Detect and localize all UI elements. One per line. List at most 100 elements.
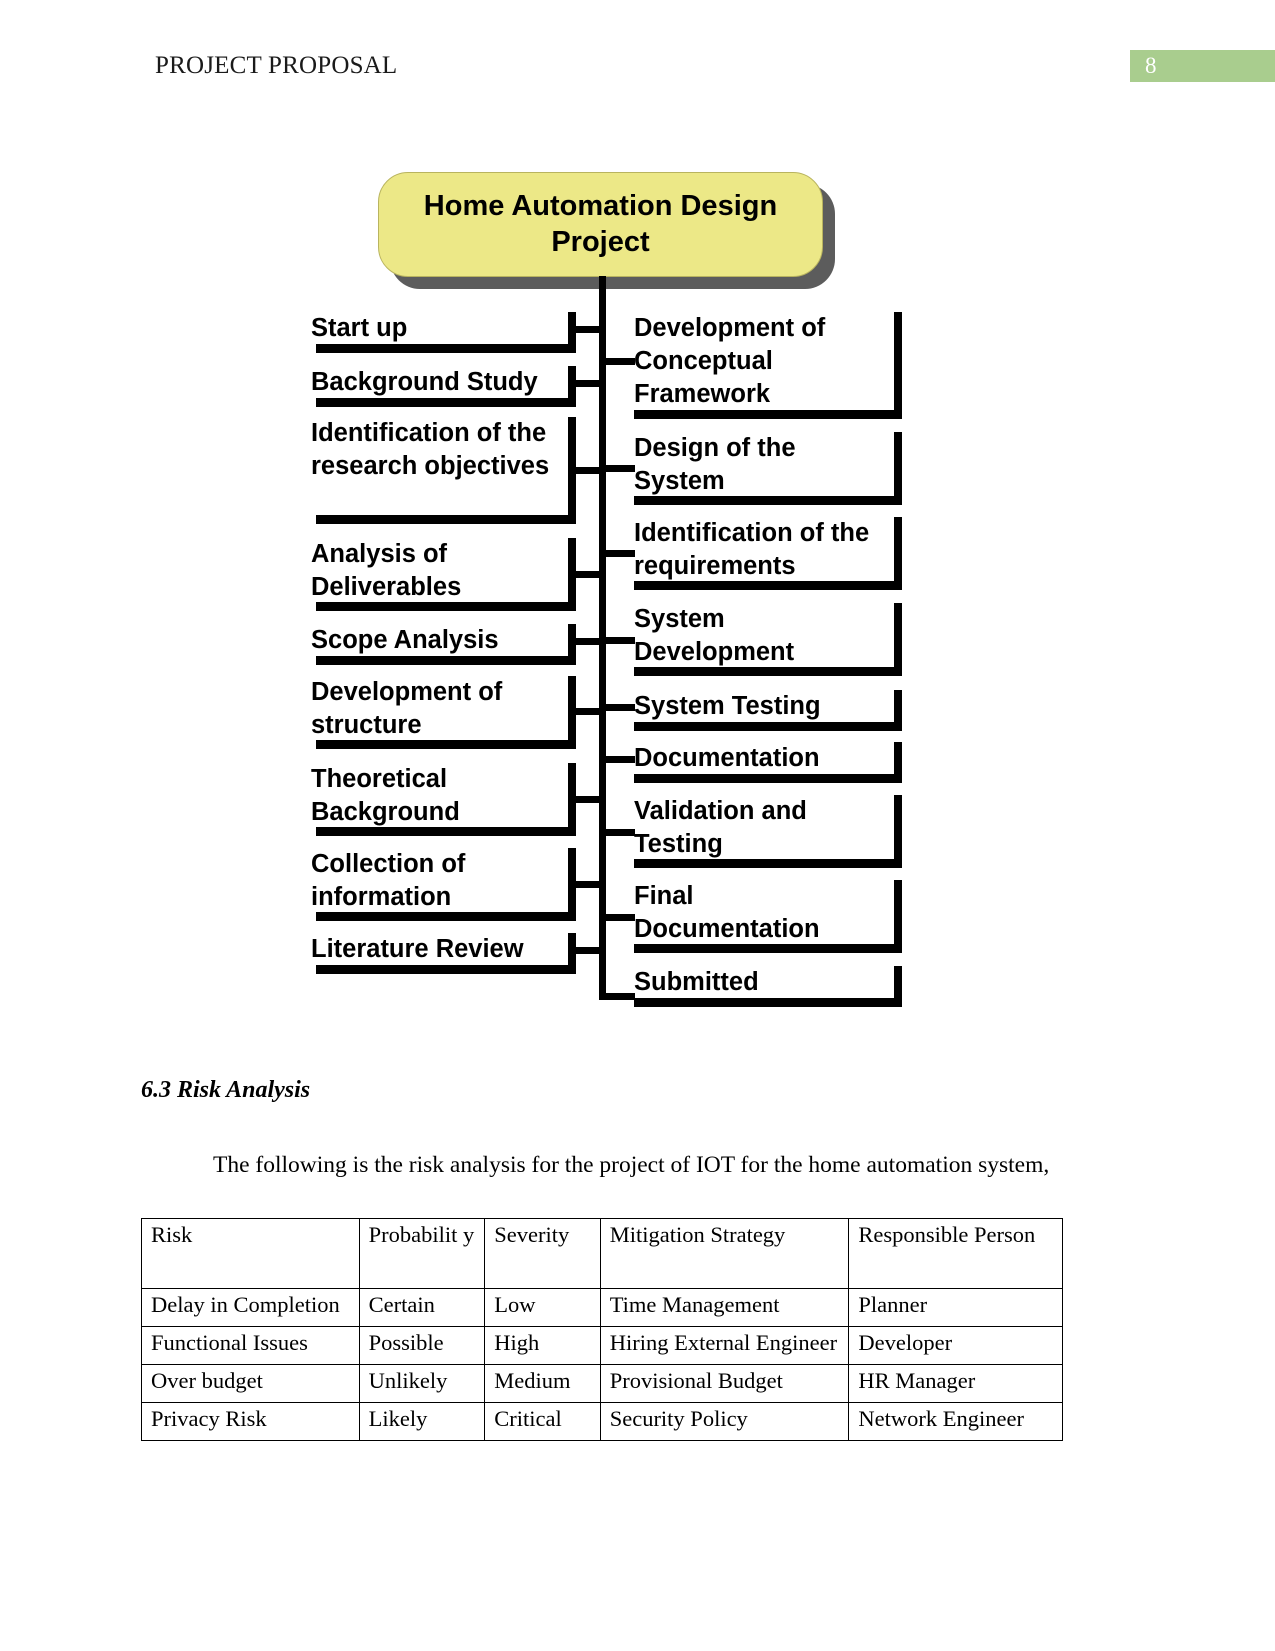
right-node-2-vbar [894,432,902,504]
cell-responsible: Developer [848,1326,1063,1365]
table-row: Delay in Completion Certain Low Time Man… [141,1288,1063,1327]
table-header-severity: Severity [484,1218,601,1289]
flowchart-right-node-3: Identification of the requirements [634,519,870,580]
cell-risk: Functional Issues [141,1326,360,1365]
left-node-2-underline [316,398,576,407]
left-node-3-underline [316,515,576,524]
left-node-8-connector [576,881,603,888]
cell-severity: High [484,1326,601,1365]
right-node-8-connector [603,914,635,921]
cell-mitigation: Hiring External Engineer [599,1326,850,1365]
right-node-4-connector [603,637,635,644]
risk-analysis-table: Risk Probabilit y Severity Mitigation St… [141,1218,1063,1441]
flowchart-right-node-1: Development of Conceptual Framework [634,314,826,408]
table-header-mitigation: Mitigation Strategy [599,1218,850,1289]
right-node-7-vbar [894,795,902,867]
right-node-2-underline [634,496,902,505]
left-node-3-connector [576,467,603,474]
left-node-5-connector [576,638,603,645]
cell-probability: Possible [358,1326,486,1365]
left-node-2-connector [576,380,603,387]
left-node-6-vbar [568,676,576,748]
table-header-responsible: Responsible Person [848,1218,1063,1289]
flowchart-right-node-8: Final Documentation [634,882,820,943]
left-node-8-vbar [568,848,576,920]
right-node-2-connector [603,465,635,472]
cell-risk: Privacy Risk [141,1402,360,1441]
flowchart-left-node-3: Identification of the research objective… [311,419,550,480]
cell-severity: Critical [484,1402,601,1441]
page-title: PROJECT PROPOSAL [155,52,398,79]
risk-analysis-paragraph: The following is the risk analysis for t… [213,1152,1050,1178]
cell-mitigation: Time Management [599,1288,850,1327]
flowchart-left-node-4: Analysis of Deliverables [311,540,462,601]
flowchart-left-node-6: Development of structure [311,678,503,739]
flowchart-right-node-4: System Development [634,605,795,666]
root-node-label: Home Automation Design Project [378,172,823,277]
flowchart-left-node-9: Literature Review [311,935,524,963]
right-node-5-underline [634,722,902,731]
left-node-7-vbar [568,763,576,835]
right-node-8-vbar [894,880,902,952]
left-node-9-connector [576,947,603,954]
left-node-1-underline [316,344,576,353]
right-node-3-underline [634,581,902,590]
right-node-4-underline [634,667,902,676]
right-node-7-underline [634,859,902,868]
left-node-9-underline [316,965,576,974]
flowchart-left-node-5: Scope Analysis [311,626,499,654]
flowchart-left-node-2: Background Study [311,368,538,396]
project-flowchart: Home Automation Design Project Start up … [0,150,1275,1030]
flowchart-root-node: Home Automation Design Project [378,172,835,289]
table-row: Privacy Risk Likely Critical Security Po… [141,1402,1063,1441]
left-node-1-connector [576,326,603,333]
right-node-1-vbar [894,312,902,418]
flowchart-right-node-9: Submitted [634,968,759,996]
left-node-5-underline [316,656,576,665]
right-node-3-connector [603,550,635,557]
cell-probability: Unlikely [358,1364,486,1403]
table-header-row: Risk Probabilit y Severity Mitigation St… [141,1218,1063,1289]
cell-mitigation: Provisional Budget [599,1364,850,1403]
cell-severity: Low [484,1288,601,1327]
right-node-9-connector [603,993,635,1000]
left-node-6-connector [576,708,603,715]
flowchart-right-node-7: Validation and Testing [634,797,807,858]
section-heading-risk-analysis: 6.3 Risk Analysis [141,1077,311,1103]
page-number-badge: 8 [1130,50,1275,82]
table-row: Over budget Unlikely Medium Provisional … [141,1364,1063,1403]
flowchart-right-node-5: System Testing [634,692,821,720]
right-node-7-connector [603,829,635,836]
cell-mitigation: Security Policy [599,1402,850,1441]
right-node-1-connector [603,358,635,365]
cell-responsible: Network Engineer [848,1402,1063,1441]
left-node-8-underline [316,912,576,921]
cell-risk: Delay in Completion [141,1288,360,1327]
cell-responsible: Planner [848,1288,1063,1327]
left-node-4-connector [576,571,603,578]
left-node-4-vbar [568,538,576,610]
left-node-7-underline [316,827,576,836]
right-node-5-connector [603,704,635,711]
cell-probability: Likely [358,1402,486,1441]
left-node-6-underline [316,740,576,749]
left-node-4-underline [316,602,576,611]
table-header-probability: Probabilit y [358,1218,486,1289]
left-node-3-vbar [568,417,576,523]
table-header-risk: Risk [141,1218,360,1289]
page-header: PROJECT PROPOSAL 8 [155,50,1275,88]
right-node-8-underline [634,944,902,953]
cell-responsible: HR Manager [848,1364,1063,1403]
right-node-6-connector [603,756,635,763]
flowchart-right-node-2: Design of the System [634,434,796,495]
flowchart-right-node-6: Documentation [634,744,820,772]
cell-probability: Certain [358,1288,486,1327]
table-row: Functional Issues Possible High Hiring E… [141,1326,1063,1365]
cell-severity: Medium [484,1364,601,1403]
right-node-3-vbar [894,517,902,589]
cell-risk: Over budget [141,1364,360,1403]
flowchart-left-node-8: Collection of information [311,850,466,911]
flowchart-left-node-1: Start up [311,314,408,342]
left-node-7-connector [576,796,603,803]
right-node-6-underline [634,774,902,783]
